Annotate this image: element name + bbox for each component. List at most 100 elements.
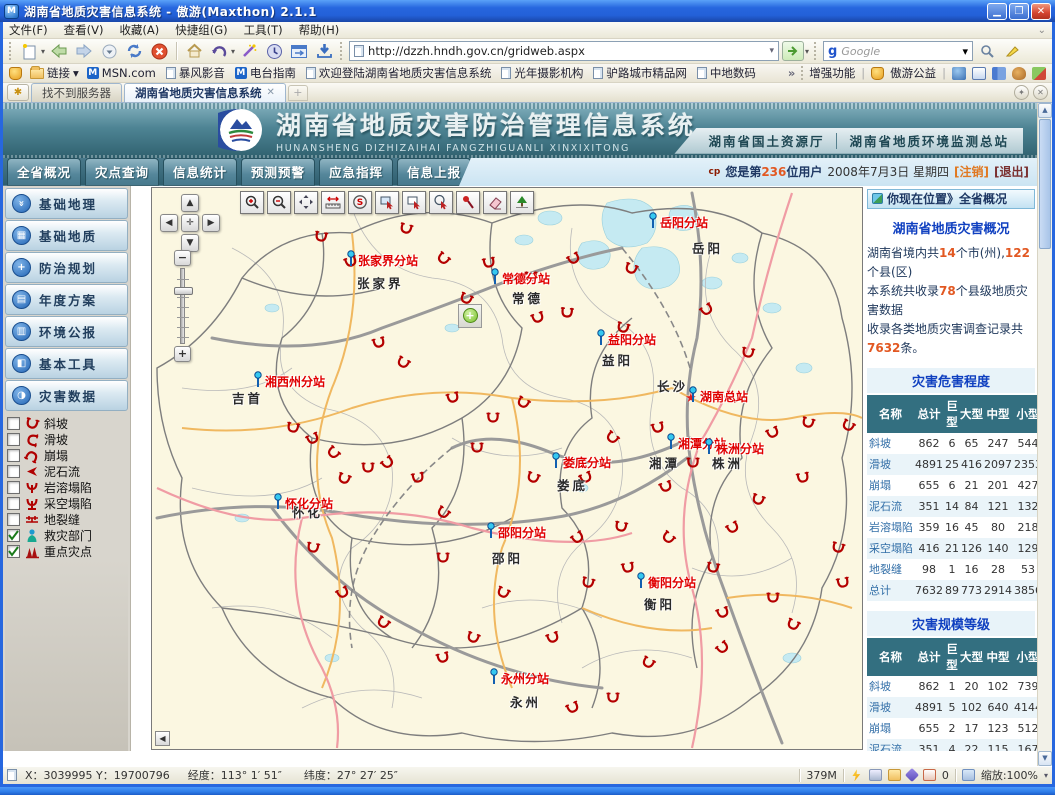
sidebar-section-基础地理[interactable]: »基础地理 (5, 188, 128, 219)
pan-right-button[interactable]: ▶ (202, 214, 220, 232)
layer-checkbox[interactable] (7, 481, 20, 494)
logout-link[interactable]: [注销] (954, 163, 989, 180)
disaster-marker-icon[interactable] (739, 343, 758, 362)
link-item[interactable]: 光年摄影机构 (501, 65, 583, 81)
charity-link[interactable]: 傲游公益 (890, 65, 936, 81)
nav-tab-全省概况[interactable]: 全省概况 (7, 158, 81, 186)
link-item[interactable]: 驴路城市精品网 (593, 65, 687, 81)
disaster-marker-icon[interactable] (322, 441, 345, 464)
disaster-marker-icon[interactable] (765, 590, 781, 606)
undo-dropdown[interactable]: ▾ (231, 47, 235, 56)
zoom-track[interactable] (180, 268, 185, 344)
station-label[interactable]: 邵阳分站 (498, 524, 546, 541)
disaster-marker-icon[interactable] (443, 388, 463, 408)
layer-checkbox[interactable] (7, 433, 20, 446)
disaster-marker-icon[interactable] (712, 636, 735, 659)
disaster-marker-icon[interactable] (432, 247, 455, 270)
zoom-dropdown-icon[interactable]: ▾ (1044, 771, 1048, 780)
station-label[interactable]: 湘西州分站 (265, 373, 325, 390)
nav-tab-安全管理[interactable]: 安全管理 (475, 158, 549, 186)
disaster-marker-icon[interactable] (834, 573, 853, 592)
favorites-star-button[interactable]: ✱ (7, 84, 29, 101)
zoom-level[interactable]: 缩放:100% (981, 767, 1038, 783)
link-item[interactable]: 中地数码 (697, 65, 756, 81)
home-button[interactable] (183, 40, 205, 62)
go-button[interactable] (782, 41, 804, 61)
zoom-in-plus-button[interactable]: + (174, 346, 191, 362)
org-link-geo-environment[interactable]: 湖南省地质环境监测总站 (849, 131, 1009, 150)
disaster-marker-icon[interactable] (657, 526, 680, 549)
layer-checkbox[interactable] (7, 417, 20, 430)
windows-taskbar-edge[interactable] (0, 787, 1055, 795)
enhance-features-link[interactable]: 增强功能 (809, 65, 855, 81)
restore-button[interactable]: ❐ (1009, 3, 1029, 20)
layer-checkbox[interactable] (7, 513, 20, 526)
disaster-marker-icon[interactable] (435, 550, 451, 566)
back-button[interactable] (48, 40, 70, 62)
browser-tab[interactable]: 湖南省地质灾害信息系统✕ (124, 83, 286, 102)
menu-收藏(A)[interactable]: 收藏(A) (119, 22, 159, 38)
search-dropdown-icon[interactable]: ▾ (963, 45, 969, 58)
disaster-marker-icon[interactable] (543, 627, 564, 648)
menu-工具(T)[interactable]: 工具(T) (244, 22, 283, 38)
close-button[interactable]: ✕ (1031, 3, 1051, 20)
station-label[interactable]: 常德分站 (502, 270, 550, 287)
disaster-marker-icon[interactable] (302, 428, 323, 449)
go-dropdown[interactable]: ▾ (805, 47, 809, 56)
disaster-marker-icon[interactable] (798, 413, 818, 433)
nav-tab-信息统计[interactable]: 信息统计 (163, 158, 237, 186)
popup-blocker-icon[interactable] (923, 769, 936, 781)
magic-wand-button[interactable] (238, 40, 260, 62)
disaster-marker-icon[interactable] (409, 468, 428, 487)
station-永州分站[interactable]: 永州分站 (490, 668, 549, 687)
disaster-marker-icon[interactable] (637, 652, 659, 674)
measure-distance-tool-button[interactable] (321, 191, 345, 214)
disaster-marker-icon[interactable] (334, 468, 355, 489)
disaster-marker-icon[interactable] (463, 627, 484, 648)
station-湖南总站[interactable]: 湖南总站 (689, 386, 748, 405)
disaster-marker-icon[interactable] (523, 467, 544, 488)
disaster-marker-icon[interactable] (648, 418, 668, 438)
identify-tool-button[interactable] (456, 191, 480, 214)
link-item[interactable]: MMSN.com (87, 66, 156, 80)
scroll-up-icon[interactable]: ▲ (1038, 103, 1052, 118)
disaster-marker-icon[interactable] (837, 415, 859, 437)
disaster-marker-icon[interactable] (656, 476, 677, 497)
zoom-out-tool-button[interactable] (267, 191, 291, 214)
disaster-marker-icon[interactable] (312, 227, 331, 246)
fox-icon[interactable] (1012, 67, 1026, 80)
nav-tab-预测预警[interactable]: 预测预警 (241, 158, 315, 186)
station-label[interactable]: 益阳分站 (608, 331, 656, 348)
boost-icon[interactable] (850, 769, 863, 781)
circle-select-tool-button[interactable] (429, 191, 453, 214)
station-label[interactable]: 娄底分站 (563, 454, 611, 471)
plugin-icon[interactable] (1032, 67, 1046, 80)
new-tab-dropdown[interactable]: ▾ (41, 47, 45, 56)
station-label[interactable]: 衡阳分站 (648, 574, 696, 591)
menu-查看(V)[interactable]: 查看(V) (64, 22, 104, 38)
disaster-marker-icon[interactable] (621, 258, 642, 279)
erase-tool-button[interactable] (483, 191, 507, 214)
proxy-icon[interactable] (869, 769, 882, 781)
disaster-marker-icon[interactable] (469, 440, 485, 456)
disaster-marker-icon[interactable] (332, 582, 354, 604)
user-icon[interactable] (952, 67, 966, 80)
export-map-tool-button[interactable] (510, 191, 534, 214)
disaster-marker-icon[interactable] (369, 333, 389, 353)
rect-deselect-tool-button[interactable] (402, 191, 426, 214)
new-tab-plus-button[interactable]: + (288, 85, 308, 101)
pan-left-button[interactable]: ◀ (160, 214, 178, 232)
disaster-marker-icon[interactable] (377, 451, 400, 474)
disaster-marker-icon[interactable] (372, 612, 394, 634)
link-item[interactable]: 暴风影音 (166, 65, 225, 81)
window-icon[interactable] (972, 67, 986, 80)
menu-overflow-icon[interactable]: ⌄ (1038, 25, 1046, 36)
station-株洲分站[interactable]: 株洲分站 (705, 438, 764, 457)
new-tab-button[interactable] (18, 40, 40, 62)
disaster-marker-icon[interactable] (562, 697, 583, 718)
station-娄底分站[interactable]: 娄底分站 (552, 452, 611, 471)
disaster-marker-icon[interactable] (512, 392, 534, 414)
disaster-marker-icon[interactable] (696, 299, 718, 321)
stop-button[interactable] (148, 40, 170, 62)
disaster-marker-icon[interactable] (284, 418, 303, 437)
